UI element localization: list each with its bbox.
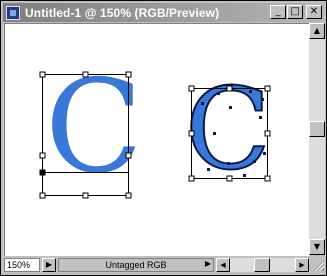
scroll-left-arrow-icon[interactable]: ◀ [216, 258, 230, 272]
vertical-scrollbar[interactable]: ▲ ▼ [309, 23, 325, 255]
close-button[interactable]: ✕ [306, 5, 322, 19]
canvas-artwork: C C [39, 53, 272, 202]
horizontal-scroll-thumb[interactable] [254, 258, 270, 272]
minimize-button[interactable]: _ [270, 5, 286, 19]
window-controls: _ □ ✕ [269, 5, 322, 19]
status-bar: 150% ▶ Untagged RGB ▶ ◀ ▶ [4, 257, 325, 274]
zoom-level-field[interactable]: 150% [4, 258, 40, 272]
resize-grip-icon[interactable] [311, 258, 325, 272]
document-window: Untitled-1 @ 150% (RGB/Preview) _ □ ✕ C [0, 0, 327, 276]
scroll-right-arrow-icon[interactable]: ▶ [295, 258, 309, 272]
photoshop-document-icon[interactable] [6, 5, 20, 20]
horizontal-scrollbar[interactable]: ◀ ▶ [216, 258, 309, 272]
vertical-scroll-thumb[interactable] [309, 121, 325, 137]
maximize-button[interactable]: □ [287, 5, 303, 19]
scroll-up-arrow-icon[interactable]: ▲ [309, 23, 325, 39]
window-title: Untitled-1 @ 150% (RGB/Preview) [25, 5, 220, 20]
title-bar[interactable]: Untitled-1 @ 150% (RGB/Preview) _ □ ✕ [3, 3, 324, 22]
zoom-arrow-icon[interactable]: ▶ [42, 258, 56, 272]
document-canvas[interactable]: C C [4, 23, 309, 256]
scroll-down-arrow-icon[interactable]: ▼ [309, 239, 325, 255]
info-menu-arrow-icon[interactable]: ▶ [202, 258, 214, 272]
document-info-text: Untagged RGB [58, 258, 214, 272]
